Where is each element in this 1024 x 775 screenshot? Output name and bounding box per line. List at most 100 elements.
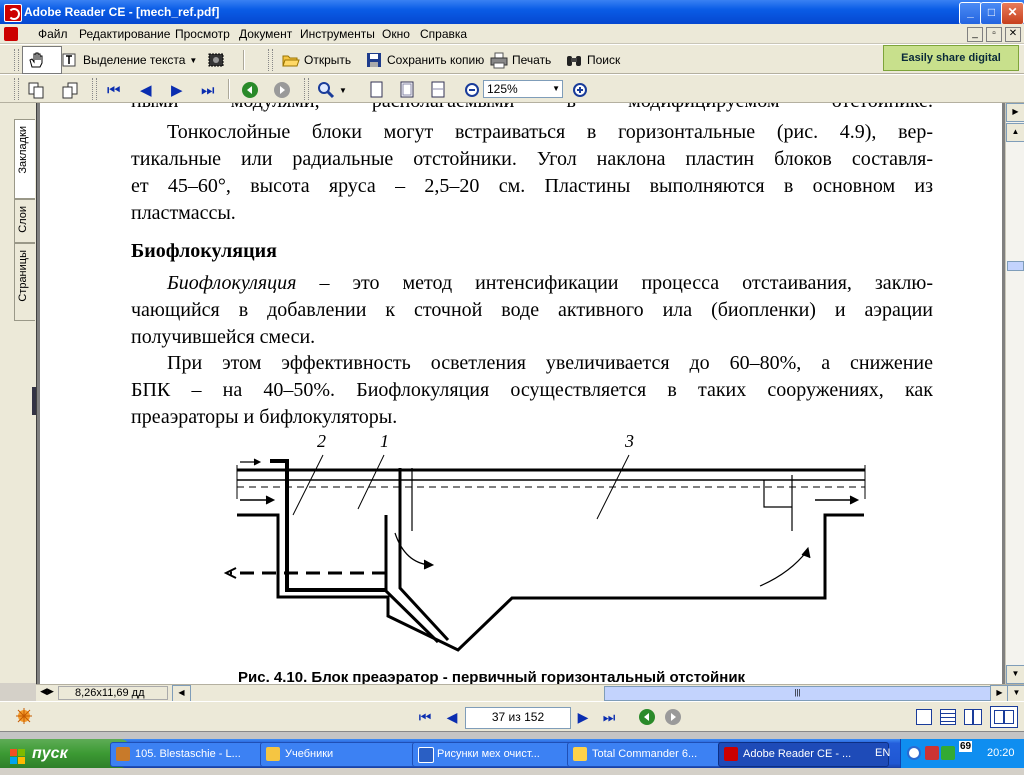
scroll-corner-button[interactable]: ▼ (1007, 685, 1024, 702)
first-page-button[interactable]: ⏮ (102, 76, 126, 104)
status-navigation-bar: ⏮ ◀ 37 из 152 ▶ ⏭ (0, 701, 1024, 731)
menu-edit[interactable]: Редактирование (79, 27, 170, 41)
page-number-field[interactable]: 37 из 152 (465, 707, 571, 729)
print-label: Печать (512, 53, 552, 67)
continuous-facing-view-button[interactable] (990, 706, 1018, 728)
maximize-button[interactable]: □ (980, 2, 1003, 25)
back-arrow-icon (241, 81, 259, 99)
menu-tools[interactable]: Инструменты (300, 27, 375, 41)
toolbar-grip[interactable] (14, 49, 19, 71)
language-indicator[interactable]: EN (875, 747, 890, 759)
last-page-button[interactable]: ⏭ (600, 708, 618, 726)
clock[interactable]: 20:20 (987, 747, 1015, 759)
previous-page-button[interactable]: ◀ (135, 76, 157, 104)
tab-bookmarks[interactable]: Закладки (14, 119, 35, 199)
forward-button[interactable] (664, 708, 682, 726)
next-page-button[interactable]: ▶ (574, 708, 592, 726)
taskbar-item[interactable]: 105. Blestaschie - L... (110, 742, 281, 767)
menu-file[interactable]: Файл (38, 27, 68, 41)
toolbar-grip[interactable] (14, 78, 19, 100)
fit-page-button[interactable] (393, 76, 421, 104)
figure-label: 3 (624, 431, 634, 451)
last-page-button[interactable]: ⏭ (196, 76, 220, 104)
taskbar-item[interactable]: Рисунки мех очист... (412, 742, 588, 767)
doc-minimize-button[interactable]: _ (967, 27, 983, 42)
single-page-view-button[interactable] (916, 709, 932, 725)
pdf-page: ными модулями, располагаемыми в модифици… (40, 103, 1002, 684)
zoom-tool-button[interactable]: ▼ (312, 76, 352, 104)
document-status-icon[interactable] (16, 708, 32, 724)
save-copy-button[interactable]: Сохранить копию (360, 46, 489, 74)
taskbar-item[interactable]: Total Commander 6... (567, 742, 738, 767)
navigation-panel-tabs: Закладки Слои Страницы (0, 103, 36, 683)
next-icon: ▶ (577, 709, 589, 725)
search-label: Поиск (587, 53, 621, 67)
toolbar-grip[interactable] (268, 49, 273, 71)
scroll-up-arrow[interactable]: ▲ (1006, 123, 1024, 142)
facing-view-button[interactable] (964, 709, 982, 725)
floppy-disk-icon (365, 51, 383, 69)
total-commander-icon (573, 747, 587, 761)
tab-layers[interactable]: Слои (14, 199, 35, 243)
document-view[interactable]: ными модулями, располагаемыми в модифици… (36, 103, 1005, 684)
scroll-down-button[interactable]: ▼ (1006, 665, 1024, 684)
taskbar-item-active[interactable]: Adobe Reader CE - ... (718, 742, 889, 767)
first-page-button[interactable]: ⏮ (416, 708, 434, 726)
zoom-out-button[interactable] (458, 76, 486, 104)
next-page-button[interactable]: ▶ (166, 76, 188, 104)
tray-app-icon[interactable] (925, 746, 939, 760)
resize-icon[interactable]: ◀▶ (40, 686, 54, 699)
open-button[interactable]: Открыть (277, 46, 356, 74)
close-button[interactable]: ✕ (1001, 2, 1024, 25)
forward-button[interactable] (268, 76, 296, 104)
doc-close-button[interactable]: ✕ (1005, 27, 1021, 42)
select-text-button[interactable]: Выделение текста ▼ (56, 46, 202, 74)
doc-restore-button[interactable]: ▫ (986, 27, 1002, 42)
menu-help[interactable]: Справка (420, 27, 467, 41)
promo-button[interactable]: Easily share digital photos (883, 45, 1019, 88)
previous-page-button[interactable]: ◀ (443, 708, 461, 726)
new-document-button[interactable] (22, 76, 50, 104)
back-button[interactable] (236, 76, 264, 104)
fit-width-button[interactable] (424, 76, 452, 104)
pages-arrow-icon (61, 81, 79, 99)
horizontal-scroll-thumb[interactable]: ||| (604, 686, 991, 701)
menu-window[interactable]: Окно (382, 27, 410, 41)
scroll-thumb[interactable] (1007, 261, 1024, 271)
scroll-up-button[interactable]: ▶ (1006, 103, 1024, 122)
main-toolbar: Выделение текста ▼ Открыть Сохранить коп… (0, 44, 1024, 74)
window-bottom-edge (0, 731, 1024, 739)
scroll-left-button[interactable]: ◀ (172, 685, 191, 702)
menu-view[interactable]: Просмотр (175, 27, 230, 41)
toolbar-grip[interactable] (304, 78, 309, 100)
rotate-pages-button[interactable] (56, 76, 84, 104)
first-page-icon: ⏮ (418, 709, 432, 725)
tray-counter[interactable]: 69 (959, 741, 973, 752)
taskbar-item[interactable]: Учебники (260, 742, 431, 767)
vertical-scrollbar[interactable]: ▶ ▲ ▼ (1005, 103, 1024, 684)
back-button[interactable] (638, 708, 656, 726)
page-icon (367, 81, 385, 99)
zoom-select[interactable]: 125% ▼ (483, 80, 563, 98)
tab-pages[interactable]: Страницы (14, 243, 35, 321)
actual-size-button[interactable] (362, 76, 390, 104)
system-tray: 69 20:20 (900, 739, 1024, 768)
menu-document[interactable]: Документ (239, 27, 292, 41)
magnifier-icon (317, 81, 335, 99)
minimize-button[interactable]: _ (959, 2, 982, 25)
tray-app-icon[interactable] (907, 746, 921, 760)
toolbar-grip[interactable] (92, 78, 97, 100)
continuous-view-button[interactable] (940, 709, 956, 725)
taskbar: пуск 105. Blestaschie - L... Учебники Ри… (0, 739, 1024, 768)
print-button[interactable]: Печать (485, 46, 556, 74)
search-button[interactable]: Поиск (560, 46, 625, 74)
zoom-in-button[interactable] (566, 76, 594, 104)
next-icon: ▶ (171, 82, 183, 99)
snapshot-button[interactable] (202, 46, 230, 74)
last-page-icon: ⏭ (201, 81, 215, 99)
binoculars-icon (565, 51, 583, 69)
camera-icon (207, 51, 225, 69)
menu-bar: Файл Редактирование Просмотр Документ Ин… (0, 24, 1024, 44)
tray-app-icon[interactable] (941, 746, 955, 760)
last-page-icon: ⏭ (602, 709, 616, 725)
